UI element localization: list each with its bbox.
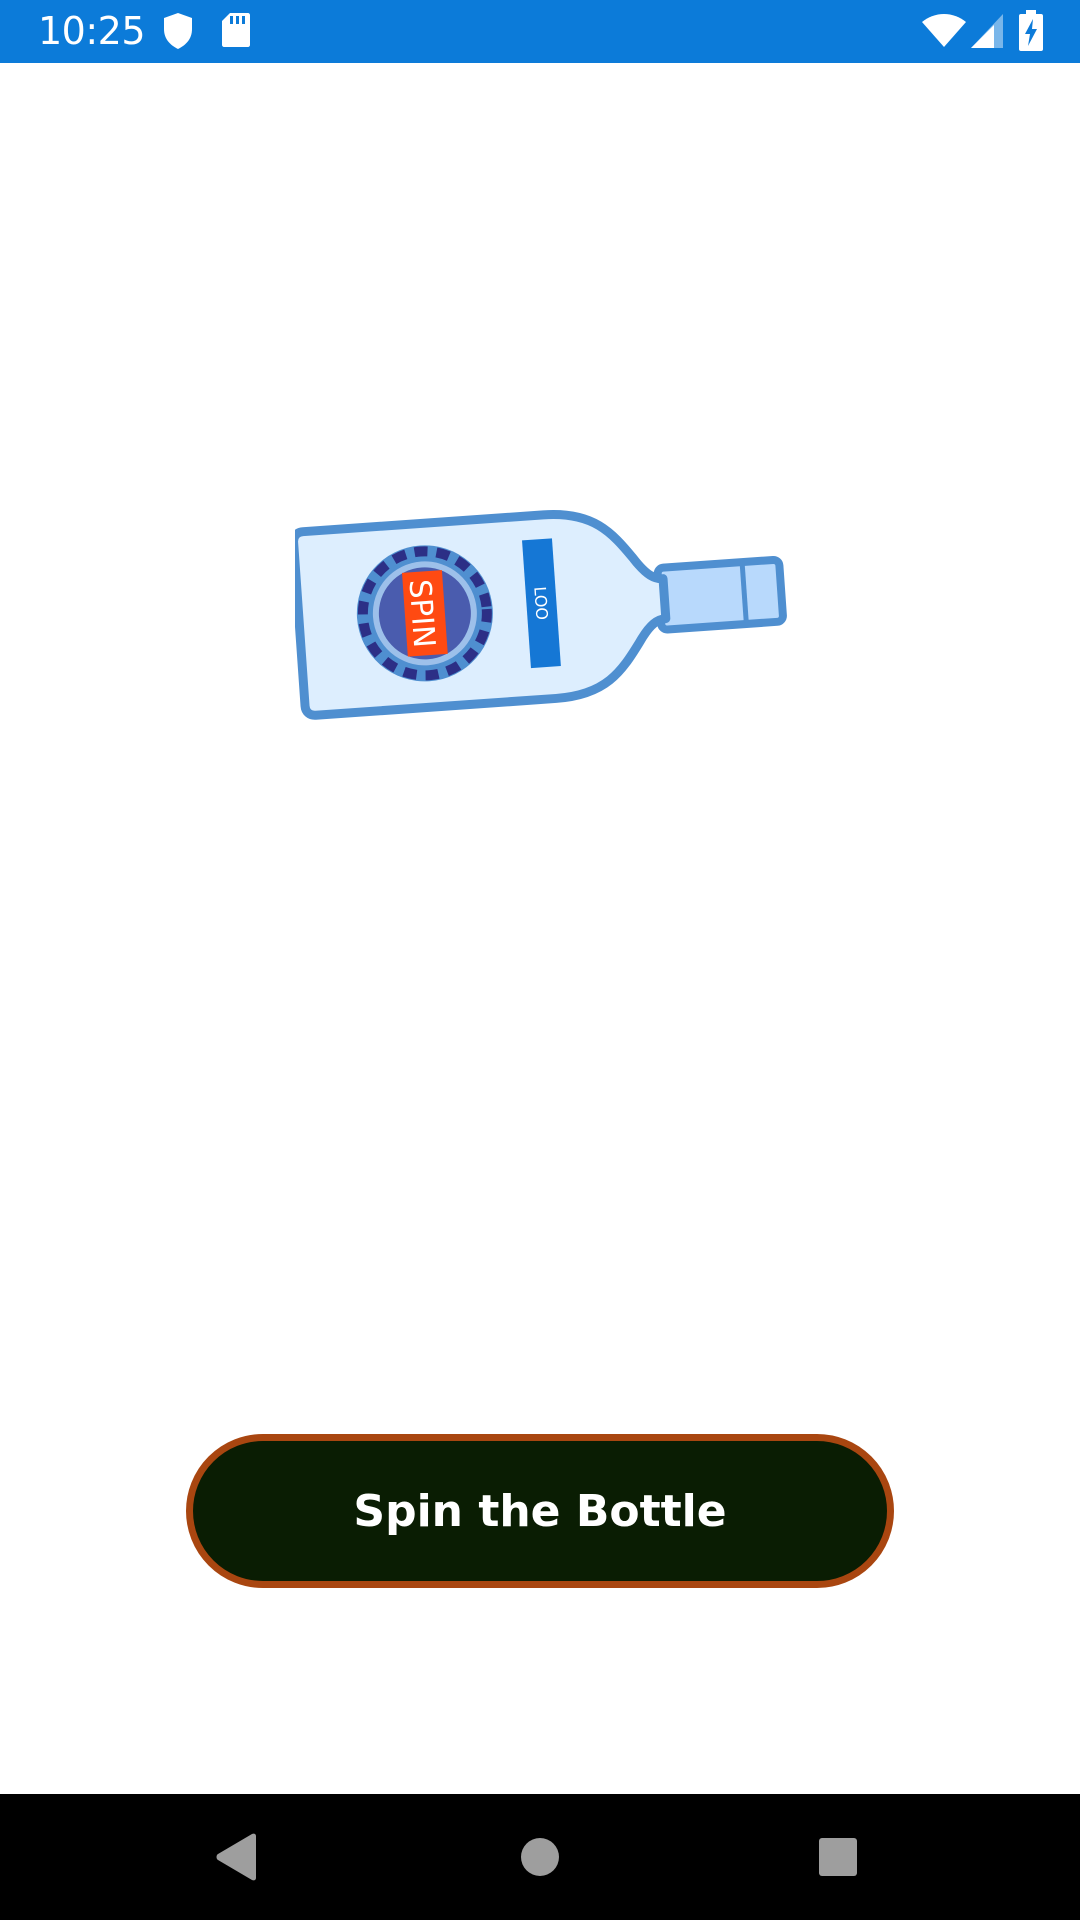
- wifi-icon: [921, 14, 967, 53]
- shield-icon: [162, 12, 194, 55]
- recents-icon[interactable]: [808, 1827, 868, 1887]
- cell-signal-icon: [970, 13, 1004, 54]
- status-bar: 10:25: [0, 0, 1080, 63]
- spin-the-bottle-button[interactable]: Spin the Bottle: [186, 1434, 894, 1588]
- bottle-icon: SPIN LOO: [289, 491, 795, 731]
- sd-card-icon: [221, 12, 251, 53]
- battery-charging-icon: [1018, 10, 1044, 57]
- status-time: 10:25: [38, 9, 146, 53]
- back-icon[interactable]: [207, 1827, 267, 1887]
- home-icon[interactable]: [510, 1827, 570, 1887]
- bottle-cap-text: SPIN: [402, 578, 442, 649]
- navigation-bar: [0, 1794, 1080, 1920]
- main-content: SPIN LOO Spin the Bottle: [0, 63, 1080, 1794]
- bottle-label-text: LOO: [530, 586, 551, 621]
